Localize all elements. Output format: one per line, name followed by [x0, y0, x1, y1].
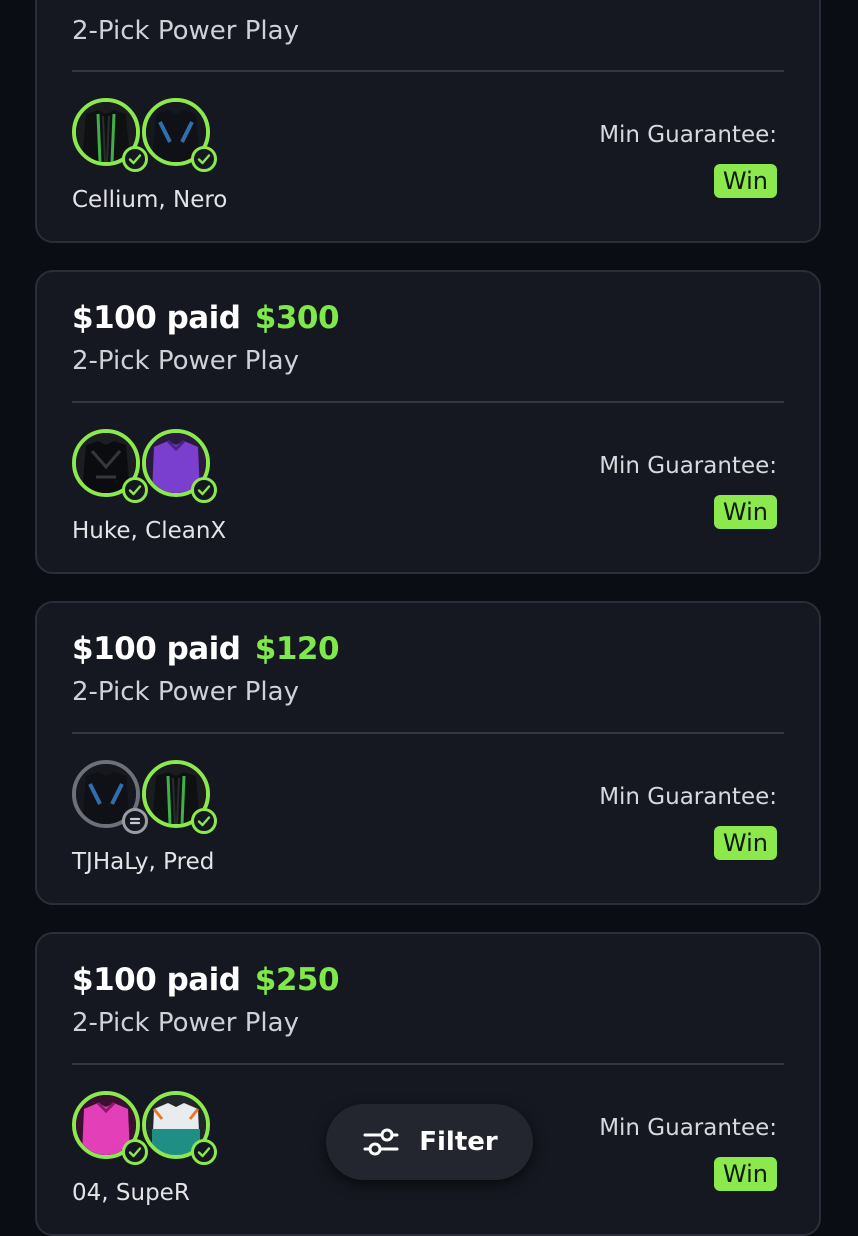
payout-amount: $300 — [254, 300, 340, 336]
play-type: 2-Pick Power Play — [72, 16, 299, 46]
divider — [72, 70, 784, 72]
player-names: TJHaLy, Pred — [72, 849, 215, 875]
play-type: 2-Pick Power Play — [72, 1008, 299, 1038]
check-icon — [122, 1139, 148, 1165]
push-icon — [122, 808, 148, 834]
divider — [72, 401, 784, 403]
entry-card[interactable]: 2-Pick Power Play Cellium, Nero Min Guar… — [35, 0, 821, 243]
pick-avatars — [72, 760, 232, 840]
sliders-icon — [363, 1128, 399, 1156]
entry-amounts: $100 paid $120 — [72, 631, 340, 667]
check-icon — [191, 1139, 217, 1165]
entry-card[interactable]: $100 paid $120 2-Pick Power Play TJHaLy,… — [35, 601, 821, 905]
result-badge: Win — [713, 495, 777, 529]
entry-card[interactable]: $100 paid $300 2-Pick Power Play Huke, C… — [35, 270, 821, 574]
player-names: 04, SupeR — [72, 1180, 190, 1206]
pick-avatars — [72, 98, 232, 178]
divider — [72, 732, 784, 734]
min-guarantee-label: Min Guarantee: — [599, 784, 777, 810]
check-icon — [191, 146, 217, 172]
paid-amount: $100 paid — [72, 631, 241, 667]
pick-avatars — [72, 1091, 232, 1171]
min-guarantee-label: Min Guarantee: — [599, 1115, 777, 1141]
check-icon — [122, 146, 148, 172]
filter-label: Filter — [419, 1127, 498, 1157]
min-guarantee-label: Min Guarantee: — [599, 453, 777, 479]
result-badge: Win — [713, 164, 777, 198]
entry-amounts: $100 paid $300 — [72, 300, 340, 336]
result-badge: Win — [713, 826, 777, 860]
filter-button[interactable]: Filter — [326, 1104, 533, 1180]
check-icon — [122, 477, 148, 503]
check-icon — [191, 808, 217, 834]
payout-amount: $250 — [254, 962, 340, 998]
entry-card[interactable]: $100 paid $250 2-Pick Power Play 04, Sup… — [35, 932, 821, 1236]
player-names: Cellium, Nero — [72, 187, 228, 213]
divider — [72, 1063, 784, 1065]
play-type: 2-Pick Power Play — [72, 677, 299, 707]
payout-amount: $120 — [254, 631, 340, 667]
paid-amount: $100 paid — [72, 300, 241, 336]
entry-amounts: $100 paid $250 — [72, 962, 340, 998]
play-type: 2-Pick Power Play — [72, 346, 299, 376]
paid-amount: $100 paid — [72, 962, 241, 998]
player-names: Huke, CleanX — [72, 518, 227, 544]
check-icon — [191, 477, 217, 503]
result-badge: Win — [713, 1157, 777, 1191]
min-guarantee-label: Min Guarantee: — [599, 122, 777, 148]
pick-avatars — [72, 429, 232, 509]
